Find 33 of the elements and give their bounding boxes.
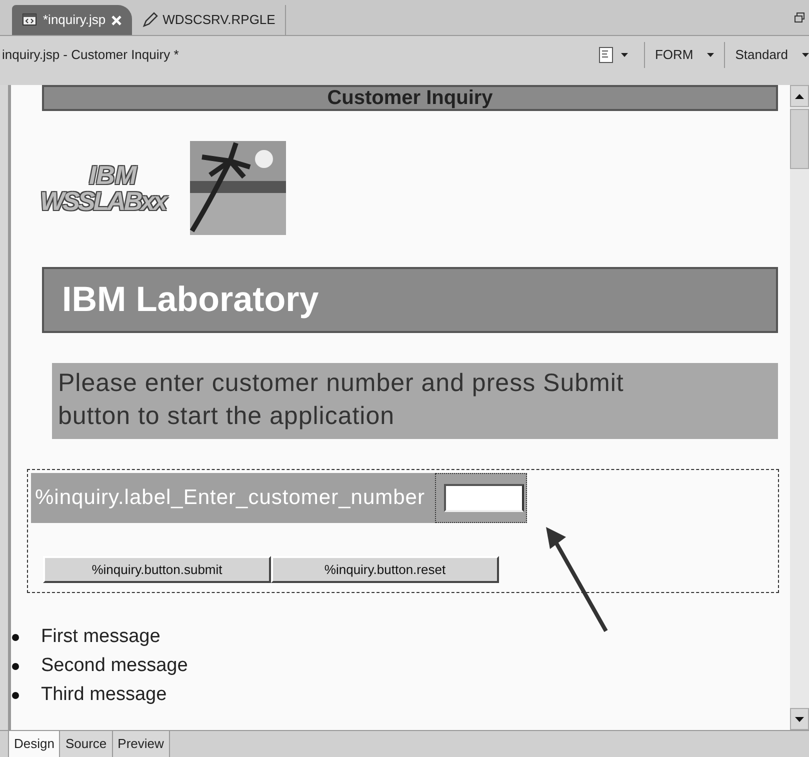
restore-icon	[794, 12, 805, 23]
bullet-icon	[12, 692, 19, 699]
logo: IBM WSSLABxx	[40, 162, 166, 214]
document-icon	[598, 46, 613, 62]
message-text: First message	[41, 625, 160, 650]
web-page-icon	[22, 12, 38, 28]
view-tab[interactable]: Source	[60, 731, 113, 757]
editor-tab[interactable]: *inquiry.jsp	[12, 5, 132, 35]
field-label: %inquiry.label_Enter_customer_number	[31, 473, 435, 523]
dropdown-arrow-icon	[707, 52, 714, 56]
banner-title: Customer Inquiry	[327, 87, 493, 109]
page-action-button[interactable]: %inquiry.button.reset	[271, 556, 499, 583]
page-action-button[interactable]: %inquiry.button.submit	[43, 556, 271, 583]
message-text: Third message	[41, 683, 167, 708]
page-heading: IBM Laboratory	[42, 267, 778, 333]
editor-title: inquiry.jsp - Customer Inquiry *	[2, 46, 179, 64]
scroll-up-icon	[795, 94, 804, 98]
view-tab[interactable]: Design	[8, 731, 60, 757]
editor-tab[interactable]: WDSCSRV.RPGLE	[132, 5, 286, 35]
message-text: Second message	[41, 654, 188, 678]
view-tab[interactable]: Preview	[112, 731, 170, 757]
scrollbar-thumb[interactable]	[790, 109, 809, 169]
customer-number-field[interactable]	[444, 484, 524, 512]
bullet-icon	[12, 663, 19, 670]
dropdown-arrow-icon	[620, 52, 628, 56]
dropdown-button[interactable]: FORM	[654, 44, 714, 64]
pencil-icon	[142, 12, 158, 28]
instruction-text: Please enter customer number and press Submit button to start the application	[58, 368, 625, 432]
bullet-icon	[12, 634, 19, 641]
dropdown-arrow-icon	[802, 52, 809, 56]
scrollbar[interactable]	[790, 85, 809, 730]
scroll-down-icon	[795, 716, 804, 722]
dropdown-button[interactable]: Standard	[735, 44, 809, 64]
